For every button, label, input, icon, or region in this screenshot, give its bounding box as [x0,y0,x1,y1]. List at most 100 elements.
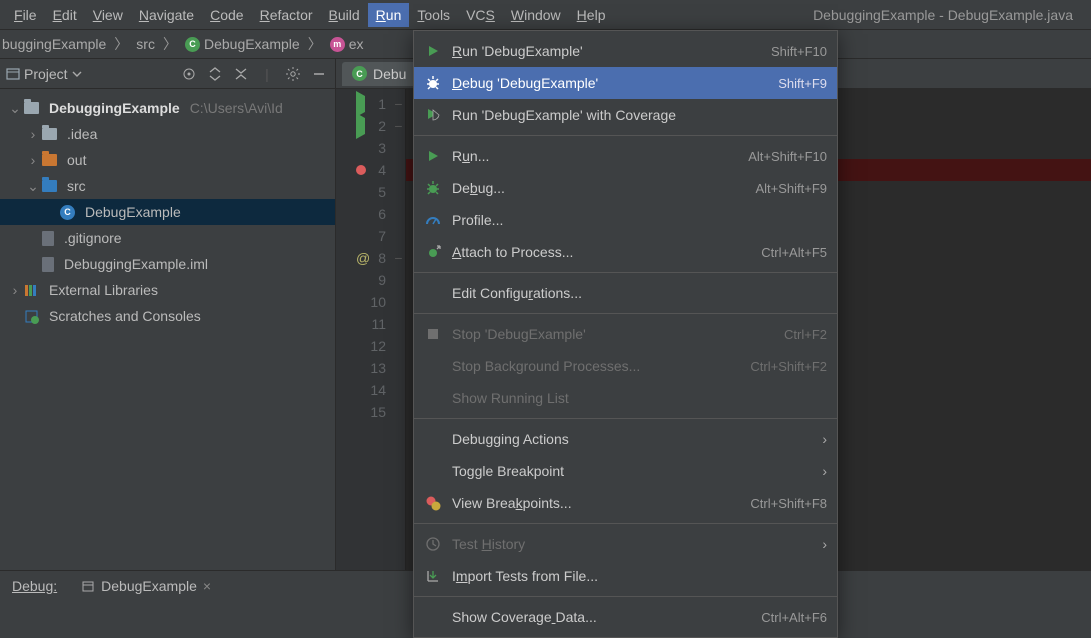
menu-item[interactable]: Attach to Process...Ctrl+Alt+F5 [414,236,837,268]
editor-tab[interactable]: C Debu [342,62,416,86]
expand-arrow-icon[interactable]: › [8,282,22,298]
fold-cell[interactable] [392,291,405,313]
menu-navigate[interactable]: Navigate [131,3,202,27]
tree-item[interactable]: CDebugExample [0,199,335,225]
breadcrumb-item[interactable]: CDebugExample [183,36,302,52]
fold-cell[interactable]: − [392,115,405,137]
gutter-row[interactable]: 6 [336,203,392,225]
gutter-row[interactable]: 15 [336,401,392,423]
submenu-arrow-icon: › [822,431,827,447]
menu-edit[interactable]: Edit [45,3,85,27]
gutter-row[interactable]: 14 [336,379,392,401]
menu-item[interactable]: Show Coverage Data...Ctrl+Alt+F6 [414,601,837,633]
settings-icon[interactable] [283,64,303,84]
debug-tab[interactable]: DebugExample × [73,574,219,598]
menu-item[interactable]: View Breakpoints...Ctrl+Shift+F8 [414,487,837,519]
expand-arrow-icon[interactable]: › [26,152,40,168]
tree-item[interactable]: ⌄src [0,173,335,199]
fold-cell[interactable] [392,313,405,335]
fold-cell[interactable] [392,357,405,379]
gutter-row[interactable]: 13 [336,357,392,379]
menu-item[interactable]: Run 'DebugExample'Shift+F10 [414,35,837,67]
fold-cell[interactable] [392,379,405,401]
class-icon: C [60,205,75,220]
breadcrumb-item[interactable]: src [134,36,157,52]
expand-arrow-icon[interactable]: › [26,126,40,142]
menu-item[interactable]: Edit Configurations... [414,277,837,309]
expand-all-icon[interactable] [205,64,225,84]
fold-cell[interactable] [392,269,405,291]
breadcrumb-item[interactable]: mex [328,36,366,52]
gutter-row[interactable]: 4 [336,159,392,181]
expand-arrow-icon[interactable]: ⌄ [26,178,40,195]
menu-item[interactable]: Import Tests from File... [414,560,837,592]
menubar: FileEditViewNavigateCodeRefactorBuildRun… [0,0,1091,29]
gutter-row[interactable]: 5 [336,181,392,203]
menu-item-shortcut: Alt+Shift+F9 [755,181,827,196]
menu-item[interactable]: Profile... [414,204,837,236]
menu-item-label: Debug 'DebugExample' [452,75,768,91]
hide-icon[interactable] [309,64,329,84]
menu-item[interactable]: Debugging Actions› [414,423,837,455]
gutter-row[interactable]: 2 [336,115,392,137]
project-title[interactable]: Project [6,66,82,82]
scratches-icon [24,309,39,324]
breakpoint-icon[interactable] [356,165,366,175]
tree-item[interactable]: .gitignore [0,225,335,251]
annotation-gutter-icon: @ [356,250,370,266]
tree-item[interactable]: ›External Libraries [0,277,335,303]
tree-item[interactable]: ›out [0,147,335,173]
run-gutter-icon[interactable] [356,118,365,134]
menu-item[interactable]: Run 'DebugExample' with Coverage [414,99,837,131]
menu-item[interactable]: Debug 'DebugExample'Shift+F9 [414,67,837,99]
gutter-row[interactable]: 12 [336,335,392,357]
gutter-row[interactable]: 10 [336,291,392,313]
fold-cell[interactable]: − [392,247,405,269]
tree-item[interactable]: ›.idea [0,121,335,147]
locate-icon[interactable] [179,64,199,84]
menu-item[interactable]: Toggle Breakpoint› [414,455,837,487]
fold-cell[interactable] [392,401,405,423]
menu-run[interactable]: Run [368,3,410,27]
menu-refactor[interactable]: Refactor [252,3,321,27]
fold-cell[interactable] [392,159,405,181]
menu-view[interactable]: View [85,3,131,27]
gutter-row[interactable]: 3 [336,137,392,159]
gutter-row[interactable]: 7 [336,225,392,247]
menu-tools[interactable]: Tools [409,3,458,27]
fold-cell[interactable] [392,137,405,159]
menu-window[interactable]: Window [503,3,569,27]
menu-file[interactable]: File [6,3,45,27]
blank-icon [424,608,442,626]
fold-cell[interactable] [392,225,405,247]
breadcrumb-separator: 〉 [114,34,128,54]
file-icon [42,257,54,272]
debug-label[interactable]: Debug: [4,574,65,598]
collapse-all-icon[interactable] [231,64,251,84]
menu-item[interactable]: Debug...Alt+Shift+F9 [414,172,837,204]
menu-code[interactable]: Code [202,3,251,27]
gutter-row[interactable]: 9 [336,269,392,291]
menu-item[interactable]: Run...Alt+Shift+F10 [414,140,837,172]
project-icon [6,67,20,81]
gutter-row[interactable]: 11 [336,313,392,335]
gutter-row[interactable]: @8 [336,247,392,269]
close-icon[interactable]: × [203,578,211,594]
run-gutter-icon[interactable] [356,96,365,112]
fold-cell[interactable]: − [392,93,405,115]
tree-item[interactable]: ⌄DebuggingExampleC:\Users\Avi\Id [0,95,335,121]
tree-item[interactable]: DebuggingExample.iml [0,251,335,277]
menu-help[interactable]: Help [569,3,614,27]
expand-arrow-icon[interactable]: ⌄ [8,100,22,117]
tab-label: Debu [373,66,406,82]
fold-cell[interactable] [392,203,405,225]
gutter-row[interactable]: 1 [336,93,392,115]
fold-cell[interactable] [392,181,405,203]
menu-vcs[interactable]: VCS [458,3,503,27]
breadcrumb-item[interactable]: buggingExample [0,36,108,52]
menu-item-shortcut: Ctrl+Alt+F5 [761,245,827,260]
breadcrumb-separator: 〉 [163,34,177,54]
menu-build[interactable]: Build [321,3,368,27]
fold-cell[interactable] [392,335,405,357]
tree-item[interactable]: Scratches and Consoles [0,303,335,329]
